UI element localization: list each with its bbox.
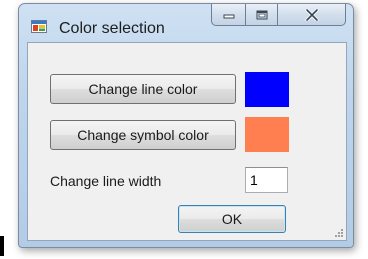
line-width-input[interactable]	[245, 167, 288, 193]
minimize-icon	[223, 14, 234, 18]
dialog-client-area: Change line color Change symbol color Ch…	[27, 42, 347, 241]
symbol-color-swatch[interactable]	[245, 117, 289, 152]
app-window-icon	[31, 20, 47, 33]
color-selection-window: Color selection Change line color Change…	[18, 3, 354, 248]
maximize-icon	[256, 10, 267, 19]
maximize-button[interactable]	[245, 4, 278, 26]
close-icon	[304, 8, 319, 21]
edge-artifact	[0, 236, 4, 256]
close-button[interactable]	[278, 4, 346, 26]
ok-button[interactable]: OK	[178, 205, 286, 233]
resize-grip-icon[interactable]	[334, 228, 344, 238]
window-title: Color selection	[59, 20, 165, 37]
change-symbol-color-button[interactable]: Change symbol color	[50, 120, 236, 150]
caption-buttons	[211, 4, 346, 26]
title-bar[interactable]: Color selection	[19, 4, 353, 38]
line-width-label: Change line width	[50, 173, 162, 189]
change-line-color-button[interactable]: Change line color	[50, 74, 236, 104]
minimize-button[interactable]	[211, 4, 245, 26]
line-color-swatch[interactable]	[245, 72, 289, 107]
